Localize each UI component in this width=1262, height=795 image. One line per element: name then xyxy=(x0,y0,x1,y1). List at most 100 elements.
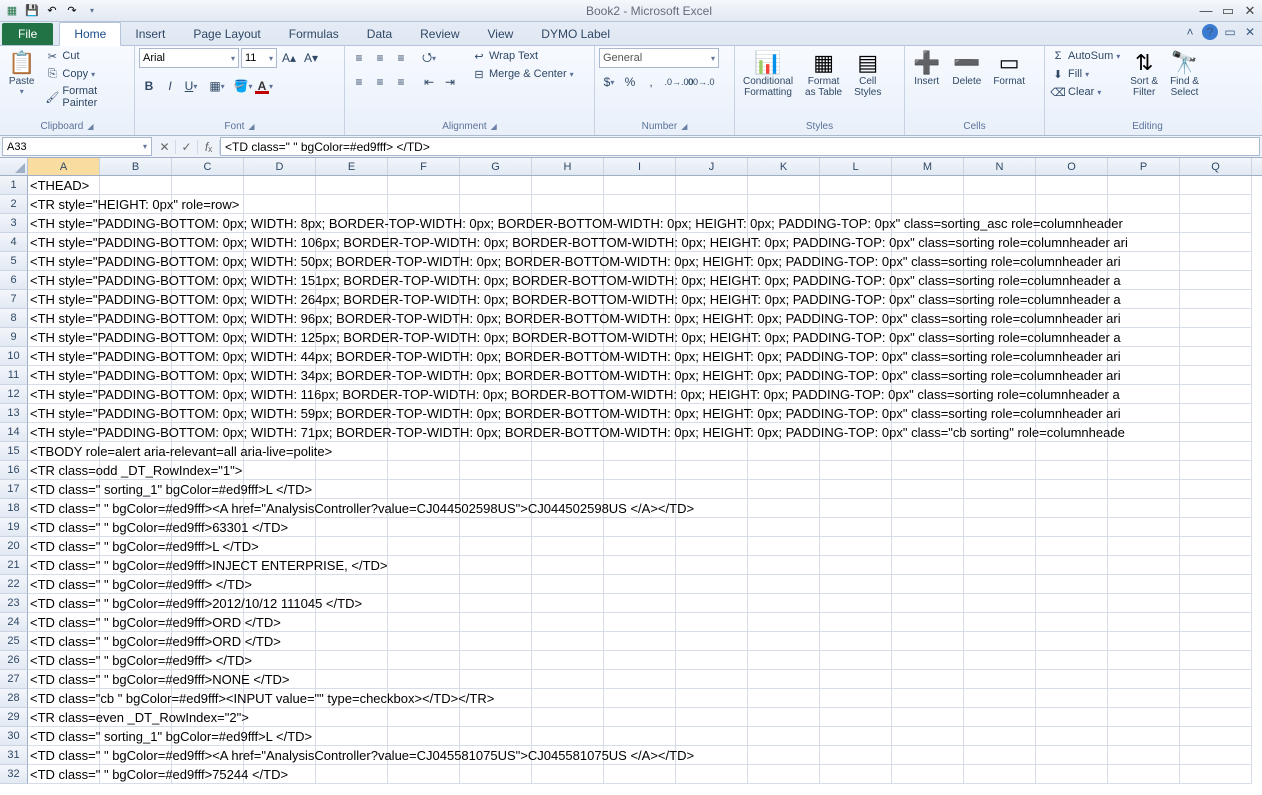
cell-F16[interactable] xyxy=(388,461,460,480)
cell-A12[interactable]: <TH style="PADDING-BOTTOM: 0px; WIDTH: 1… xyxy=(28,385,100,404)
cell-A11[interactable]: <TH style="PADDING-BOTTOM: 0px; WIDTH: 3… xyxy=(28,366,100,385)
cell-Q29[interactable] xyxy=(1180,708,1252,727)
cell-G15[interactable] xyxy=(460,442,532,461)
cell-O23[interactable] xyxy=(1036,594,1108,613)
cell-D29[interactable] xyxy=(244,708,316,727)
tab-formulas[interactable]: Formulas xyxy=(275,23,353,45)
cut-button[interactable]: ✂Cut xyxy=(43,48,130,64)
cell-A8[interactable]: <TH style="PADDING-BOTTOM: 0px; WIDTH: 9… xyxy=(28,309,100,328)
paste-button[interactable]: 📋 Paste ▾ xyxy=(4,48,39,98)
cancel-formula-button[interactable]: ✕ xyxy=(154,140,176,154)
cell-I16[interactable] xyxy=(604,461,676,480)
cell-N24[interactable] xyxy=(964,613,1036,632)
cell-A30[interactable]: <TD class=" sorting_1" bgColor=#ed9fff>L… xyxy=(28,727,100,746)
row-header[interactable]: 18 xyxy=(0,499,28,518)
row-header[interactable]: 9 xyxy=(0,328,28,347)
tab-insert[interactable]: Insert xyxy=(121,23,179,45)
cell-L25[interactable] xyxy=(820,632,892,651)
cell-Q9[interactable] xyxy=(1180,328,1252,347)
cell-A20[interactable]: <TD class=" " bgColor=#ed9fff>L </TD> xyxy=(28,537,100,556)
cell-J21[interactable] xyxy=(676,556,748,575)
cell-Q17[interactable] xyxy=(1180,480,1252,499)
cell-N18[interactable] xyxy=(964,499,1036,518)
borders-button[interactable]: ▦▾ xyxy=(207,76,227,96)
cell-P31[interactable] xyxy=(1108,746,1180,765)
cell-A29[interactable]: <TR class=even _DT_RowIndex="2"> xyxy=(28,708,100,727)
cell-E32[interactable] xyxy=(316,765,388,784)
italic-button[interactable]: I xyxy=(160,76,180,96)
cell-F27[interactable] xyxy=(388,670,460,689)
cell-G20[interactable] xyxy=(460,537,532,556)
cell-A15[interactable]: <TBODY role=alert aria-relevant=all aria… xyxy=(28,442,100,461)
tab-data[interactable]: Data xyxy=(353,23,406,45)
cell-A28[interactable]: <TD class="cb " bgColor=#ed9fff><INPUT v… xyxy=(28,689,100,708)
cell-G17[interactable] xyxy=(460,480,532,499)
cell-N16[interactable] xyxy=(964,461,1036,480)
cell-Q8[interactable] xyxy=(1180,309,1252,328)
cell-P32[interactable] xyxy=(1108,765,1180,784)
cell-A19[interactable]: <TD class=" " bgColor=#ed9fff>63301 </TD… xyxy=(28,518,100,537)
dialog-launcher-icon[interactable]: ◢ xyxy=(491,122,497,131)
format-cells-button[interactable]: ▭Format xyxy=(989,48,1029,89)
cell-K24[interactable] xyxy=(748,613,820,632)
cell-A4[interactable]: <TH style="PADDING-BOTTOM: 0px; WIDTH: 1… xyxy=(28,233,100,252)
cell-E27[interactable] xyxy=(316,670,388,689)
cell-J1[interactable] xyxy=(676,176,748,195)
cell-I20[interactable] xyxy=(604,537,676,556)
row-header[interactable]: 11 xyxy=(0,366,28,385)
cell-L32[interactable] xyxy=(820,765,892,784)
cell-K17[interactable] xyxy=(748,480,820,499)
cell-O15[interactable] xyxy=(1036,442,1108,461)
cell-G2[interactable] xyxy=(460,195,532,214)
cell-G24[interactable] xyxy=(460,613,532,632)
cell-G30[interactable] xyxy=(460,727,532,746)
cell-A14[interactable]: <TH style="PADDING-BOTTOM: 0px; WIDTH: 7… xyxy=(28,423,100,442)
cell-L2[interactable] xyxy=(820,195,892,214)
conditional-formatting-button[interactable]: 📊Conditional Formatting xyxy=(739,48,797,100)
cell-N28[interactable] xyxy=(964,689,1036,708)
cell-E1[interactable] xyxy=(316,176,388,195)
column-header-E[interactable]: E xyxy=(316,158,388,175)
cell-O28[interactable] xyxy=(1036,689,1108,708)
cell-M16[interactable] xyxy=(892,461,964,480)
row-header[interactable]: 16 xyxy=(0,461,28,480)
cell-L29[interactable] xyxy=(820,708,892,727)
cell-P29[interactable] xyxy=(1108,708,1180,727)
row-header[interactable]: 25 xyxy=(0,632,28,651)
cell-A32[interactable]: <TD class=" " bgColor=#ed9fff>75244 </TD… xyxy=(28,765,100,784)
cell-J15[interactable] xyxy=(676,442,748,461)
grow-font-button[interactable]: A▴ xyxy=(279,48,299,68)
cell-E25[interactable] xyxy=(316,632,388,651)
cell-P15[interactable] xyxy=(1108,442,1180,461)
cell-F19[interactable] xyxy=(388,518,460,537)
cell-Q30[interactable] xyxy=(1180,727,1252,746)
cell-H26[interactable] xyxy=(532,651,604,670)
cell-K2[interactable] xyxy=(748,195,820,214)
cell-I1[interactable] xyxy=(604,176,676,195)
bold-button[interactable]: B xyxy=(139,76,159,96)
cell-K19[interactable] xyxy=(748,518,820,537)
cell-K28[interactable] xyxy=(748,689,820,708)
cell-F22[interactable] xyxy=(388,575,460,594)
cell-H22[interactable] xyxy=(532,575,604,594)
cell-Q24[interactable] xyxy=(1180,613,1252,632)
cell-J22[interactable] xyxy=(676,575,748,594)
cell-C1[interactable] xyxy=(172,176,244,195)
fill-button[interactable]: ⬇Fill▾ xyxy=(1049,66,1122,82)
cell-F26[interactable] xyxy=(388,651,460,670)
cell-M19[interactable] xyxy=(892,518,964,537)
row-header[interactable]: 7 xyxy=(0,290,28,309)
cell-K30[interactable] xyxy=(748,727,820,746)
column-header-M[interactable]: M xyxy=(892,158,964,175)
cell-G19[interactable] xyxy=(460,518,532,537)
cell-H19[interactable] xyxy=(532,518,604,537)
cell-O19[interactable] xyxy=(1036,518,1108,537)
ribbon-minimize-icon[interactable]: ˄ xyxy=(1182,24,1198,40)
cell-O31[interactable] xyxy=(1036,746,1108,765)
cell-K25[interactable] xyxy=(748,632,820,651)
cell-F15[interactable] xyxy=(388,442,460,461)
cell-Q18[interactable] xyxy=(1180,499,1252,518)
cell-H25[interactable] xyxy=(532,632,604,651)
cell-H2[interactable] xyxy=(532,195,604,214)
row-header[interactable]: 19 xyxy=(0,518,28,537)
